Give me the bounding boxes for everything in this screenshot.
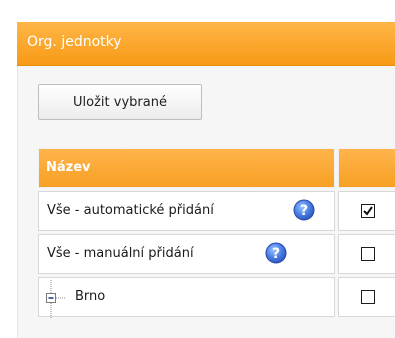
row-checkbox[interactable] bbox=[361, 247, 375, 261]
org-units-panel: Org. jednotky Uložit vybrané Název Vše -… bbox=[17, 22, 395, 338]
table-row: Vše - manuální přidání ? bbox=[38, 234, 395, 274]
question-mark-circle-icon[interactable]: ? bbox=[265, 242, 287, 264]
row-name-label: Vše - automatické přidání bbox=[47, 203, 214, 218]
column-header-select[interactable] bbox=[338, 148, 395, 188]
table-row: Vše - automatické přidání ? bbox=[38, 191, 395, 231]
panel-header: Org. jednotky bbox=[17, 22, 395, 66]
row-select-cell bbox=[338, 277, 395, 317]
row-name-label: Vše - manuální přidání bbox=[47, 246, 194, 261]
row-select-cell bbox=[338, 234, 395, 274]
panel-body: Uložit vybrané Název Vše - automatické p… bbox=[17, 66, 395, 338]
panel-title: Org. jednotky bbox=[27, 34, 122, 50]
svg-text:?: ? bbox=[272, 246, 280, 262]
tree-collapse-icon[interactable] bbox=[45, 278, 67, 318]
row-name-cell: Vše - automatické přidání ? bbox=[38, 191, 335, 231]
row-checkbox[interactable] bbox=[361, 290, 375, 304]
row-checkbox-checked[interactable] bbox=[361, 204, 375, 218]
row-name-cell: Vše - manuální přidání ? bbox=[38, 234, 335, 274]
table-row: Brno bbox=[38, 277, 395, 318]
column-header-name[interactable]: Název bbox=[38, 148, 335, 188]
svg-text:?: ? bbox=[300, 203, 308, 219]
row-name-cell: Brno bbox=[38, 277, 335, 318]
column-header-name-label: Název bbox=[46, 160, 91, 175]
tree-node-label[interactable]: Brno bbox=[75, 289, 105, 304]
question-mark-circle-icon[interactable]: ? bbox=[293, 199, 315, 221]
row-select-cell bbox=[338, 191, 395, 231]
save-selected-button[interactable]: Uložit vybrané bbox=[38, 84, 202, 120]
table-header: Název bbox=[38, 148, 395, 188]
